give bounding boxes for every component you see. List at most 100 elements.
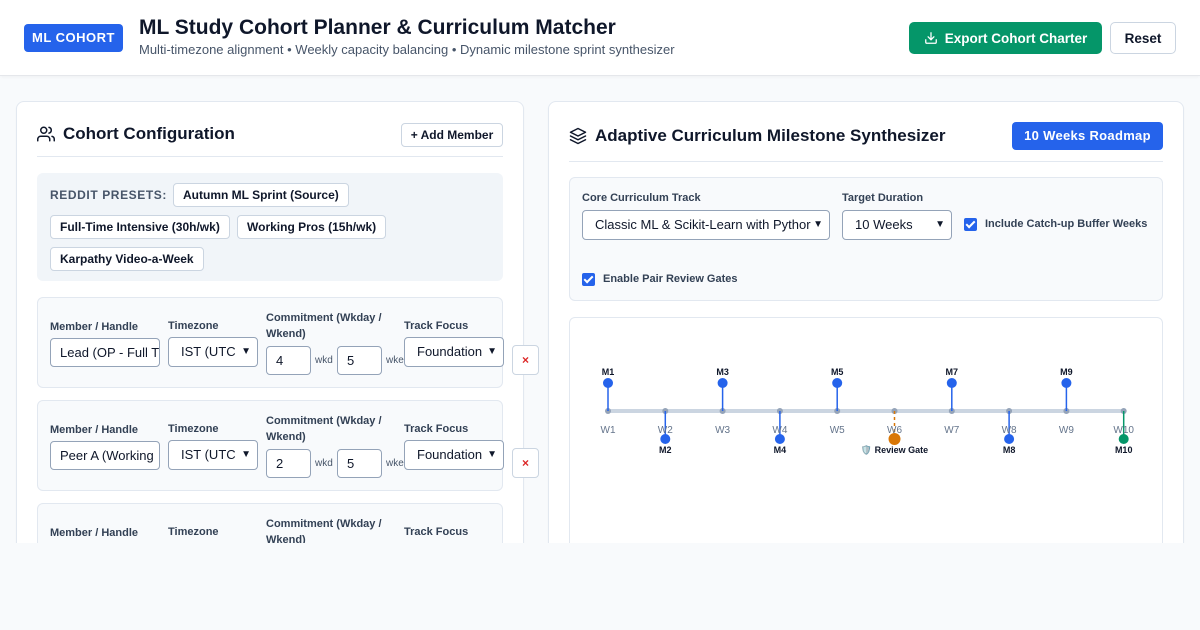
cohort-divider <box>37 156 503 157</box>
app-header: ML COHORT ML Study Cohort Planner & Curr… <box>0 0 1200 76</box>
catch-up-buffer-checkbox[interactable] <box>964 218 977 231</box>
preset-full-time-intensive[interactable]: Full-Time Intensive (30h/wk) <box>50 215 230 239</box>
week-label: W10 <box>1113 425 1134 436</box>
preset-karpathy-video[interactable]: Karpathy Video-a-Week <box>50 247 204 271</box>
milestone-dot <box>832 378 843 388</box>
chevron-down-icon: ▼ <box>935 219 945 230</box>
milestone-dot <box>1061 378 1072 388</box>
milestone-dot <box>946 378 957 388</box>
app-subtitle: Multi-timezone alignment • Weekly capaci… <box>139 42 675 57</box>
week-label: W5 <box>830 425 845 436</box>
milestone-label: M5 <box>831 367 844 377</box>
curriculum-panel-title: Adaptive Curriculum Milestone Synthesize… <box>595 126 946 145</box>
core-track-value: Classic ML & Scikit-Learn with Pythor <box>595 217 811 232</box>
core-track-select[interactable]: Classic ML & Scikit-Learn with Pythor ▼ <box>582 210 830 240</box>
member-handle-label: Member / Handle <box>50 321 139 333</box>
milestone-label: M9 <box>1060 367 1073 377</box>
milestone-label: M2 <box>659 445 672 455</box>
reset-button[interactable]: Reset <box>1110 22 1176 54</box>
weekday-unit: wkd <box>315 458 333 469</box>
main-content: Cohort Configuration + Add Member REDDIT… <box>0 77 1200 543</box>
chevron-down-icon: ▼ <box>487 449 497 460</box>
week-label: W9 <box>1059 425 1074 436</box>
track-focus-value: Foundation <box>417 344 483 359</box>
weekday-hours-input[interactable]: 4 <box>266 346 311 375</box>
commitment-label: Commitment (Wkday / Wkend) <box>266 415 382 443</box>
member-card: Member / Handle Timezone Commitment (Wkd… <box>37 297 539 388</box>
timezone-label: Timezone <box>168 320 219 332</box>
weekend-hours-input[interactable]: 5 <box>337 346 382 375</box>
curriculum-config: Core Curriculum Track Classic ML & Sciki… <box>569 177 1163 301</box>
commitment-label: Commitment (Wkday / Wkend) <box>266 518 382 543</box>
milestone-label: M10 <box>1115 445 1133 455</box>
member-handle-label: Member / Handle <box>50 424 139 436</box>
track-focus-label: Track Focus <box>404 423 469 435</box>
weeks-roadmap-badge: 10 Weeks Roadmap <box>1012 122 1163 150</box>
commitment-label: Commitment (Wkday / Wkend) <box>266 312 382 340</box>
cohort-configuration-panel: Cohort Configuration + Add Member REDDIT… <box>16 101 539 543</box>
timezone-label: Timezone <box>168 526 219 538</box>
chevron-down-icon: ▼ <box>813 219 823 230</box>
chevron-down-icon: ▼ <box>241 449 251 460</box>
export-charter-label: Export Cohort Charter <box>944 30 1088 46</box>
milestone-label: M8 <box>1003 445 1016 455</box>
week-label: W3 <box>715 425 730 436</box>
milestone-label: M4 <box>774 445 787 455</box>
timezone-label: Timezone <box>168 423 219 435</box>
reddit-presets: REDDIT PRESETS: Autumn ML Sprint (Source… <box>37 173 503 281</box>
timezone-value: IST (UTC <box>181 447 236 462</box>
week-label: W8 <box>1002 425 1017 436</box>
milestone-label: M1 <box>602 367 615 377</box>
add-member-button[interactable]: + Add Member <box>401 123 503 147</box>
weekend-unit: wke <box>386 458 404 469</box>
milestone-dot <box>603 378 613 388</box>
track-focus-value: Foundation <box>417 447 483 462</box>
timezone-select[interactable]: IST (UTC ▼ <box>168 337 258 367</box>
cohort-panel-header: Cohort Configuration <box>37 124 235 144</box>
review-gate-label: 🛡️ Review Gate <box>861 444 928 455</box>
weekday-unit: wkd <box>315 355 333 366</box>
export-charter-button[interactable]: Export Cohort Charter <box>909 22 1102 54</box>
milestone-label: M7 <box>946 367 959 377</box>
milestone-dot <box>717 378 728 388</box>
week-label: W1 <box>601 425 616 436</box>
track-focus-label: Track Focus <box>404 320 469 332</box>
app-title: ML Study Cohort Planner & Curriculum Mat… <box>139 16 616 39</box>
preset-autumn-ml-sprint[interactable]: Autumn ML Sprint (Source) <box>173 183 349 207</box>
track-focus-select[interactable]: Foundation ▼ <box>404 337 504 367</box>
weekend-unit: wke <box>386 355 404 366</box>
remove-member-button[interactable]: × <box>512 448 539 478</box>
target-duration-select[interactable]: 10 Weeks ▼ <box>842 210 952 240</box>
cohort-panel-title: Cohort Configuration <box>63 124 235 143</box>
timezone-value: IST (UTC <box>181 344 236 359</box>
member-handle-input[interactable]: Peer A (Working <box>50 441 160 470</box>
week-label: W6 <box>887 425 902 436</box>
target-duration-value: 10 Weeks <box>855 217 913 232</box>
member-handle-input[interactable]: Lead (OP - Full T <box>50 338 160 367</box>
member-card: Member / Handle Timezone Commitment (Wkd… <box>37 400 539 491</box>
week-label: W4 <box>772 425 787 436</box>
timezone-select[interactable]: IST (UTC ▼ <box>168 440 258 470</box>
remove-member-button[interactable]: × <box>512 345 539 375</box>
weekend-hours-input[interactable]: 5 <box>337 449 382 478</box>
curriculum-divider <box>569 161 1163 162</box>
track-focus-select[interactable]: Foundation ▼ <box>404 440 504 470</box>
curriculum-panel-header: Adaptive Curriculum Milestone Synthesize… <box>569 126 945 146</box>
target-duration-label: Target Duration <box>842 192 924 204</box>
curriculum-synthesizer-panel: Adaptive Curriculum Milestone Synthesize… <box>548 101 1184 543</box>
preset-working-pros[interactable]: Working Pros (15h/wk) <box>237 215 387 239</box>
weekday-hours-input[interactable]: 2 <box>266 449 311 478</box>
member-card: Member / Handle Timezone Commitment (Wkd… <box>37 503 503 543</box>
users-icon <box>37 126 55 142</box>
chevron-down-icon: ▼ <box>487 346 497 357</box>
week-label: W7 <box>944 425 959 436</box>
pair-review-checkbox[interactable] <box>582 273 595 286</box>
presets-label: REDDIT PRESETS: <box>50 188 168 202</box>
milestone-roadmap: M1 M2 M3 M4 M5 🛡️ Review Gate M7 M8 M9 M10 W1 W2 W3 W… <box>569 317 1163 543</box>
layers-icon <box>569 127 587 145</box>
chevron-down-icon: ▼ <box>241 346 251 357</box>
milestone-label: M3 <box>716 367 729 377</box>
catch-up-buffer-label: Include Catch-up Buffer Weeks <box>985 218 1148 230</box>
track-focus-label: Track Focus <box>404 526 469 538</box>
download-icon <box>924 32 937 44</box>
